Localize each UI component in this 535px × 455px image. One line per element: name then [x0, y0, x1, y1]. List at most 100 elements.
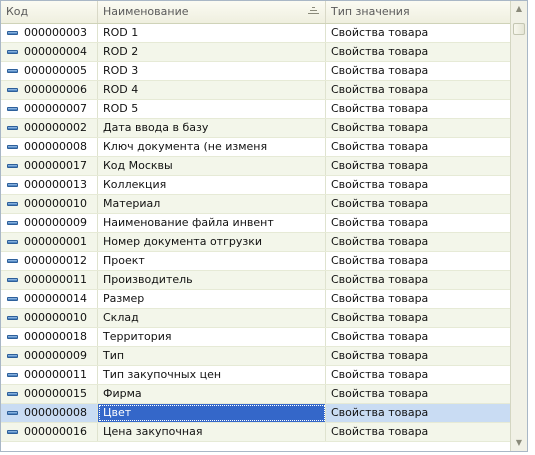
cell-code[interactable]: 000000010	[1, 195, 98, 213]
cell-value-type[interactable]: Свойства товара	[326, 138, 510, 156]
cell-name[interactable]: Цена закупочная	[98, 423, 326, 441]
column-header-value-type[interactable]: Тип значения	[326, 1, 510, 23]
cell-name[interactable]: ROD 1	[98, 24, 326, 42]
sort-order-icon[interactable]	[308, 7, 319, 16]
cell-value-type[interactable]: Свойства товара	[326, 404, 510, 422]
table-row[interactable]: 000000016 Цена закупочная Свойства товара	[1, 423, 510, 442]
table-row[interactable]: 000000018 Территория Свойства товара	[1, 328, 510, 347]
table-row[interactable]: 000000009 Тип Свойства товара	[1, 347, 510, 366]
column-header-code-label: Код	[6, 5, 29, 18]
cell-code[interactable]: 000000012	[1, 252, 98, 270]
table-row[interactable]: 000000006 ROD 4 Свойства товара	[1, 81, 510, 100]
cell-value-type[interactable]: Свойства товара	[326, 423, 510, 441]
cell-value-type[interactable]: Свойства товара	[326, 214, 510, 232]
cell-code[interactable]: 000000013	[1, 176, 98, 194]
cell-value-type[interactable]: Свойства товара	[326, 328, 510, 346]
cell-name[interactable]: Коллекция	[98, 176, 326, 194]
cell-name[interactable]: Тип закупочных цен	[98, 366, 326, 384]
cell-value-type[interactable]: Свойства товара	[326, 43, 510, 61]
cell-name[interactable]: Склад	[98, 309, 326, 327]
cell-value-type[interactable]: Свойства товара	[326, 195, 510, 213]
cell-code[interactable]: 000000011	[1, 271, 98, 289]
cell-value-type[interactable]: Свойства товара	[326, 385, 510, 403]
cell-name[interactable]: Тип	[98, 347, 326, 365]
cell-name[interactable]: Код Москвы	[98, 157, 326, 175]
cell-name[interactable]: ROD 5	[98, 100, 326, 118]
cell-name[interactable]: ROD 2	[98, 43, 326, 61]
table-row[interactable]: 000000008 Ключ документа (не изменя Свойст…	[1, 138, 510, 157]
cell-code[interactable]: 000000007	[1, 100, 98, 118]
cell-code-text: 000000005	[24, 64, 87, 77]
column-header-code[interactable]: Код	[1, 1, 98, 23]
cell-name[interactable]: ROD 3	[98, 62, 326, 80]
cell-value-type[interactable]: Свойства товара	[326, 176, 510, 194]
cell-code[interactable]: 000000018	[1, 328, 98, 346]
cell-code[interactable]: 000000014	[1, 290, 98, 308]
table-row[interactable]: 000000011 Тип закупочных цен Свойства това…	[1, 366, 510, 385]
cell-name[interactable]: Цвет	[98, 404, 326, 422]
property-item-icon	[7, 69, 18, 73]
table-row[interactable]: 000000015 Фирма Свойства товара	[1, 385, 510, 404]
cell-code[interactable]: 000000005	[1, 62, 98, 80]
table-row[interactable]: 000000003 ROD 1 Свойства товара	[1, 24, 510, 43]
cell-code[interactable]: 000000011	[1, 366, 98, 384]
table-row[interactable]: 000000004 ROD 2 Свойства товара	[1, 43, 510, 62]
cell-value-type[interactable]: Свойства товара	[326, 271, 510, 289]
cell-value-type[interactable]: Свойства товара	[326, 252, 510, 270]
table-row-selected[interactable]: 000000008 Цвет Свойства товара	[1, 404, 510, 423]
cell-name[interactable]: Материал	[98, 195, 326, 213]
cell-name[interactable]: Размер	[98, 290, 326, 308]
cell-name[interactable]: Проект	[98, 252, 326, 270]
vertical-scrollbar[interactable]: ▲ ▼	[510, 1, 527, 451]
cell-code[interactable]: 000000010	[1, 309, 98, 327]
cell-name[interactable]: Номер документа отгрузки	[98, 233, 326, 251]
table-row[interactable]: 000000014 Размер Свойства товара	[1, 290, 510, 309]
table-row[interactable]: 000000001 Номер документа отгрузки Свойств…	[1, 233, 510, 252]
cell-code[interactable]: 000000009	[1, 347, 98, 365]
cell-name[interactable]: Производитель	[98, 271, 326, 289]
cell-value-type[interactable]: Свойства товара	[326, 100, 510, 118]
cell-name[interactable]: Территория	[98, 328, 326, 346]
cell-value-type[interactable]: Свойства товара	[326, 24, 510, 42]
cell-code[interactable]: 000000004	[1, 43, 98, 61]
cell-name[interactable]: Дата ввода в базу	[98, 119, 326, 137]
cell-value-type[interactable]: Свойства товара	[326, 62, 510, 80]
cell-code[interactable]: 000000009	[1, 214, 98, 232]
cell-code[interactable]: 000000006	[1, 81, 98, 99]
cell-code[interactable]: 000000008	[1, 404, 98, 422]
scroll-down-arrow-icon[interactable]: ▼	[511, 435, 527, 451]
table-row[interactable]: 000000009 Наименование файла инвент Свойст…	[1, 214, 510, 233]
scrollbar-thumb[interactable]	[513, 23, 525, 35]
column-header-name[interactable]: Наименование	[98, 1, 326, 23]
cell-name[interactable]: Наименование файла инвент	[98, 214, 326, 232]
property-item-icon	[7, 259, 18, 263]
table-row[interactable]: 000000007 ROD 5 Свойства товара	[1, 100, 510, 119]
cell-code[interactable]: 000000002	[1, 119, 98, 137]
table-row[interactable]: 000000010 Склад Свойства товара	[1, 309, 510, 328]
cell-code[interactable]: 000000003	[1, 24, 98, 42]
table-row[interactable]: 000000010 Материал Свойства товара	[1, 195, 510, 214]
table-row[interactable]: 000000011 Производитель Свойства товара	[1, 271, 510, 290]
cell-value-type[interactable]: Свойства товара	[326, 119, 510, 137]
cell-value-type[interactable]: Свойства товара	[326, 157, 510, 175]
cell-value-type[interactable]: Свойства товара	[326, 233, 510, 251]
table-row[interactable]: 000000002 Дата ввода в базу Свойства товар…	[1, 119, 510, 138]
cell-value-type[interactable]: Свойства товара	[326, 347, 510, 365]
cell-code[interactable]: 000000015	[1, 385, 98, 403]
cell-code[interactable]: 000000008	[1, 138, 98, 156]
cell-code[interactable]: 000000016	[1, 423, 98, 441]
table-row[interactable]: 000000013 Коллекция Свойства товара	[1, 176, 510, 195]
cell-code[interactable]: 000000017	[1, 157, 98, 175]
cell-value-type[interactable]: Свойства товара	[326, 366, 510, 384]
cell-name[interactable]: ROD 4	[98, 81, 326, 99]
table-row[interactable]: 000000017 Код Москвы Свойства товара	[1, 157, 510, 176]
table-row[interactable]: 000000012 Проект Свойства товара	[1, 252, 510, 271]
cell-name[interactable]: Фирма	[98, 385, 326, 403]
cell-code[interactable]: 000000001	[1, 233, 98, 251]
cell-name[interactable]: Ключ документа (не изменя	[98, 138, 326, 156]
table-row[interactable]: 000000005 ROD 3 Свойства товара	[1, 62, 510, 81]
cell-value-type[interactable]: Свойства товара	[326, 290, 510, 308]
cell-value-type[interactable]: Свойства товара	[326, 81, 510, 99]
cell-value-type[interactable]: Свойства товара	[326, 309, 510, 327]
scroll-up-arrow-icon[interactable]: ▲	[511, 1, 527, 17]
